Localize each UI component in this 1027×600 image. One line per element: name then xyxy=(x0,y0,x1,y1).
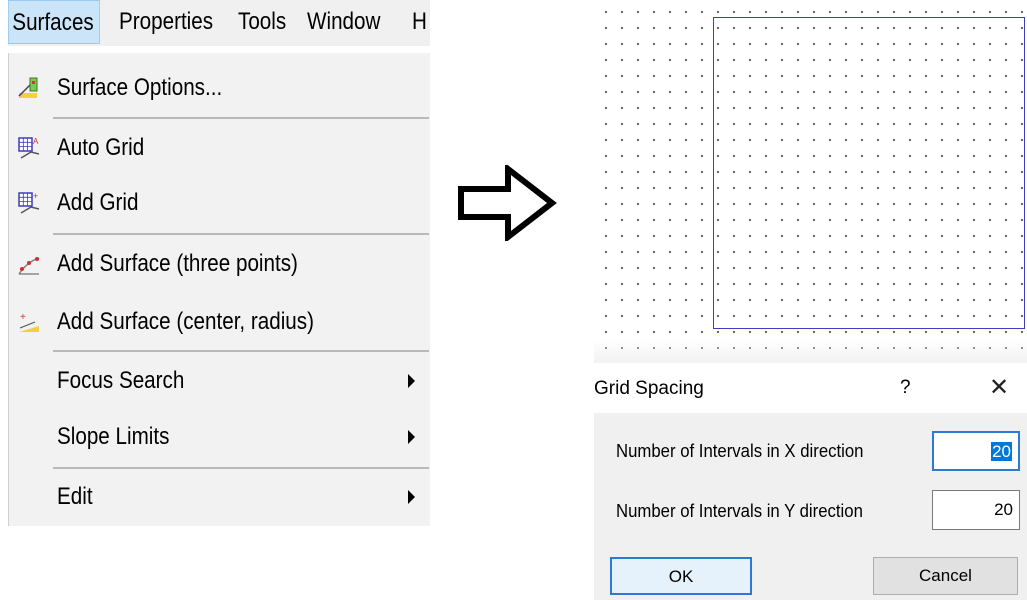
menu-separator xyxy=(53,350,429,352)
y-intervals-input[interactable]: 20 xyxy=(932,490,1020,530)
menu-item-label: Focus Search xyxy=(57,367,185,394)
menu-item-auto-grid[interactable]: A Auto Grid xyxy=(9,120,429,176)
menu-item-add-grid[interactable]: + Add Grid xyxy=(9,175,429,231)
surfaces-dropdown-menu: Surface Options... A Auto Grid + Add Gri… xyxy=(8,53,430,526)
cancel-button[interactable]: Cancel xyxy=(873,557,1018,595)
svg-text:+: + xyxy=(20,312,26,323)
menu-item-label: Add Surface (three points) xyxy=(57,250,298,277)
menu-item-surface-options[interactable]: Surface Options... xyxy=(9,60,429,116)
menu-item-slope-limits[interactable]: Slope Limits xyxy=(9,409,429,465)
add-surface-center-radius-icon: + xyxy=(19,312,39,332)
auto-grid-icon: A xyxy=(18,137,40,159)
menu-item-focus-search[interactable]: Focus Search xyxy=(9,353,429,409)
menu-item-label: Surface Options... xyxy=(57,74,223,101)
right-arrow-icon xyxy=(458,165,557,241)
menu-item-label: Add Grid xyxy=(57,189,139,216)
svg-text:+: + xyxy=(33,191,38,201)
svg-text:A: A xyxy=(33,137,39,146)
y-intervals-label: Number of Intervals in Y direction xyxy=(616,501,863,521)
menu-surfaces[interactable]: Surfaces xyxy=(8,0,100,44)
add-surface-three-points-icon xyxy=(18,257,40,275)
ok-button[interactable]: OK xyxy=(610,557,752,595)
menu-item-edit[interactable]: Edit xyxy=(9,469,429,525)
dialog-title: Grid Spacing xyxy=(594,378,704,399)
menu-tools[interactable]: Tools xyxy=(238,0,286,44)
menu-window[interactable]: Window xyxy=(307,0,380,44)
menu-separator xyxy=(53,117,429,119)
menu-item-add-surface-three-points[interactable]: Add Surface (three points) xyxy=(9,236,429,292)
x-intervals-input[interactable]: 20 xyxy=(932,431,1020,471)
menu-help[interactable]: H xyxy=(412,0,427,44)
menu-properties[interactable]: Properties xyxy=(119,0,213,44)
close-button[interactable]: ✕ xyxy=(984,363,1014,413)
menu-bar: Surfaces Properties Tools Window H xyxy=(8,0,430,46)
surface-options-icon xyxy=(18,77,38,98)
y-intervals-value: 20 xyxy=(994,500,1013,519)
x-intervals-value: 20 xyxy=(991,442,1012,461)
menu-item-label: Auto Grid xyxy=(57,134,145,161)
submenu-arrow-icon xyxy=(408,490,415,504)
canvas-shadow xyxy=(594,340,1027,363)
add-grid-icon: + xyxy=(18,191,40,214)
dialog-title-bar: Grid Spacing ? ✕ xyxy=(594,363,1027,413)
menu-item-label: Add Surface (center, radius) xyxy=(57,308,314,335)
menu-item-label: Slope Limits xyxy=(57,423,170,450)
grid-boundary xyxy=(713,17,1025,329)
menu-item-add-surface-center-radius[interactable]: + Add Surface (center, radius) xyxy=(9,294,429,350)
menu-separator xyxy=(53,233,429,235)
submenu-arrow-icon xyxy=(408,374,415,388)
menu-item-label: Edit xyxy=(57,483,93,510)
help-button[interactable]: ? xyxy=(900,363,911,413)
grid-spacing-dialog: Grid Spacing ? ✕ Number of Intervals in … xyxy=(594,363,1027,600)
submenu-arrow-icon xyxy=(408,430,415,444)
x-intervals-label: Number of Intervals in X direction xyxy=(616,441,864,461)
